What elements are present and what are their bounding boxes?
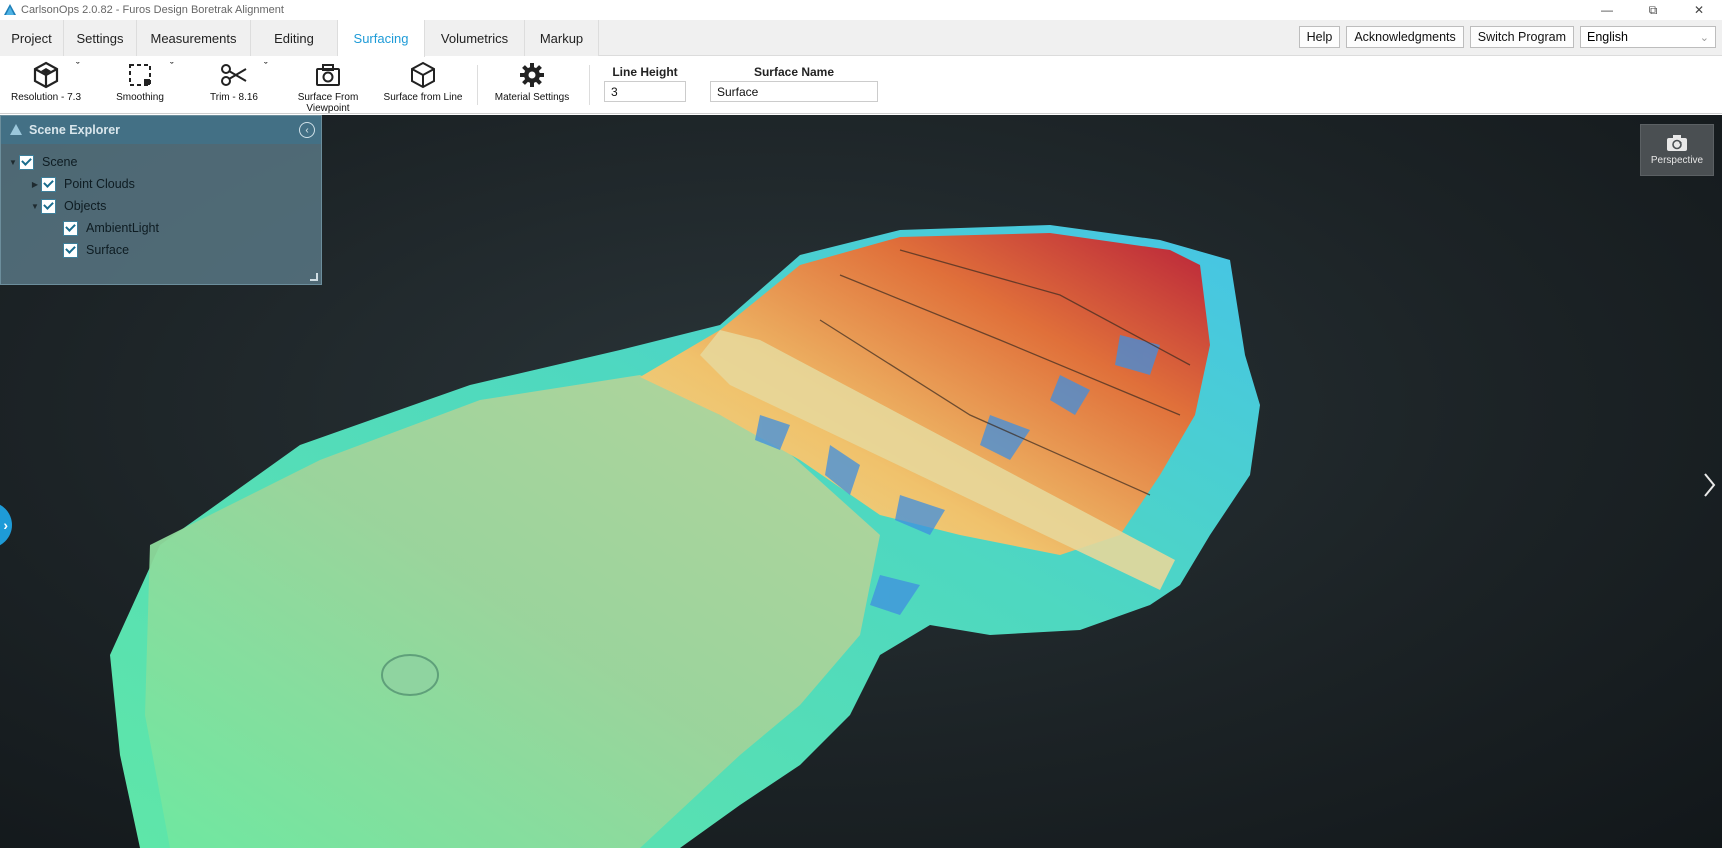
trim-dropdown-icon[interactable]: ˇ [264, 61, 268, 73]
expanded-arrow-icon[interactable]: ▼ [29, 202, 41, 211]
smoothing-button[interactable]: Smoothing [102, 57, 178, 114]
resolution-label: Resolution - 7.3 [10, 92, 82, 103]
tab-surfacing[interactable]: Surfacing [338, 20, 425, 57]
resolution-button[interactable]: Resolution - 7.3 [6, 57, 86, 114]
language-select[interactable]: English ⌄ [1580, 26, 1716, 48]
scissors-icon [219, 60, 249, 90]
tree-item-label: Objects [64, 199, 107, 213]
smoothing-dropdown-icon[interactable]: ˇ [170, 61, 174, 73]
trim-button[interactable]: Trim - 8.16 [196, 57, 272, 114]
tree-item-surface[interactable]: Surface [63, 240, 129, 260]
restore-button[interactable]: ⧉ [1630, 0, 1676, 20]
surface-from-line-button[interactable]: Surface from Line [380, 57, 466, 114]
line-height-label: Line Height [612, 65, 678, 79]
app-logo-icon [10, 124, 22, 135]
scene-explorer-header[interactable]: Scene Explorer ‹ [1, 116, 321, 144]
tree-item-label: Scene [42, 155, 78, 169]
tab-markup[interactable]: Markup [525, 20, 599, 56]
tab-measurements[interactable]: Measurements [137, 20, 251, 56]
app-window: CarlsonOps 2.0.82 - Furos Design Boretra… [0, 0, 1722, 848]
checkbox-objects[interactable] [41, 198, 56, 214]
scene-explorer-title: Scene Explorer [29, 123, 121, 137]
tree-item-label: Surface [86, 243, 130, 257]
tree-item-scene[interactable]: ▼ Scene [7, 152, 77, 172]
scene-explorer-panel[interactable]: Scene Explorer ‹ ▼ Scene ▶ Point Clouds … [0, 115, 322, 285]
language-value: English [1587, 30, 1628, 44]
tab-project[interactable]: Project [0, 20, 64, 56]
cube-icon [31, 60, 61, 90]
line-height-group: Line Height [603, 65, 687, 102]
smoothing-label: Smoothing [116, 92, 164, 103]
app-logo-icon [4, 4, 16, 15]
checkbox-surface[interactable] [63, 242, 78, 258]
tab-settings[interactable]: Settings [64, 20, 137, 56]
window-title: CarlsonOps 2.0.82 - Furos Design Boretra… [21, 4, 284, 16]
chevron-down-icon: ⌄ [1699, 31, 1709, 44]
close-button[interactable]: ✕ [1676, 0, 1722, 20]
collapsed-arrow-icon[interactable]: ▶ [29, 180, 41, 189]
surface-from-line-label: Surface from Line [383, 92, 463, 103]
checkbox-ambientlight[interactable] [63, 220, 78, 236]
tree-item-ambientlight[interactable]: AmbientLight [63, 218, 159, 238]
surface-name-input[interactable] [710, 81, 878, 102]
resolution-dropdown-icon[interactable]: ˇ [76, 61, 80, 73]
checkbox-point-clouds[interactable] [41, 176, 56, 192]
acknowledgments-button[interactable]: Acknowledgments [1346, 26, 1464, 48]
chevron-right-icon [1704, 473, 1716, 497]
surface-from-viewpoint-button[interactable]: Surface From Viewpoint [288, 57, 368, 114]
material-settings-button[interactable]: Material Settings [490, 57, 574, 114]
title-bar: CarlsonOps 2.0.82 - Furos Design Boretra… [0, 0, 1722, 20]
minimize-button[interactable]: — [1584, 0, 1630, 20]
checkbox-scene[interactable] [19, 154, 34, 170]
tab-editing[interactable]: Editing [251, 20, 338, 56]
label-line-1: Surface From [297, 92, 359, 103]
menu-bar: Project Settings Measurements Editing Su… [0, 20, 1722, 57]
line-height-input[interactable] [604, 81, 686, 102]
surface-from-viewpoint-label: Surface From Viewpoint [298, 92, 359, 114]
smoothing-selection-icon [125, 60, 155, 90]
cube-outline-icon [408, 60, 438, 90]
tab-volumetrics[interactable]: Volumetrics [425, 20, 525, 56]
camera-icon [313, 60, 343, 90]
expanded-arrow-icon[interactable]: ▼ [7, 158, 19, 167]
tree-item-label: Point Clouds [64, 177, 135, 191]
surfacing-toolbar: Resolution - 7.3 ˇ Smoothing ˇ Trim - 8.… [0, 57, 1722, 114]
resize-grip-icon[interactable] [310, 273, 318, 281]
expand-right-panel-button[interactable] [1700, 470, 1718, 500]
tree-item-label: AmbientLight [86, 221, 159, 235]
material-settings-label: Material Settings [494, 92, 570, 103]
perspective-button[interactable]: Perspective [1640, 124, 1714, 176]
label-line-2: Viewpoint [306, 103, 350, 114]
trim-label: Trim - 8.16 [210, 92, 258, 103]
toolbar-separator [589, 65, 590, 105]
camera-rotate-icon [1667, 135, 1687, 151]
switch-program-button[interactable]: Switch Program [1469, 26, 1574, 48]
surface-name-group: Surface Name [710, 65, 878, 102]
collapse-left-icon[interactable]: ‹ [299, 122, 315, 138]
help-button[interactable]: Help [1298, 26, 1341, 48]
tree-item-point-clouds[interactable]: ▶ Point Clouds [29, 174, 135, 194]
toolbar-separator [477, 65, 478, 105]
tree-item-objects[interactable]: ▼ Objects [29, 196, 106, 216]
surface-name-label: Surface Name [753, 65, 835, 79]
gear-icon [517, 60, 547, 90]
perspective-label: Perspective [1650, 155, 1704, 166]
